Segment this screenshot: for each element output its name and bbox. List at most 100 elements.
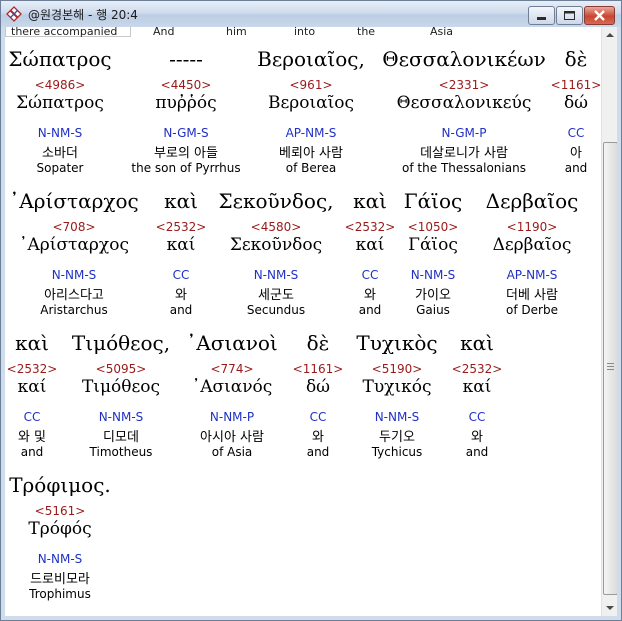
english-gloss: and (169, 303, 193, 317)
lemma: δώ (305, 377, 331, 397)
strong-number: <1190> (506, 220, 558, 234)
parsing-code: CC (361, 268, 379, 282)
english-gloss: of the Thessalonians (402, 161, 526, 175)
greek-word: ᾿Ασιανοὶ (186, 331, 278, 355)
greek-word: Δερβαῖος (485, 189, 579, 213)
strong-number: <2532> (155, 220, 207, 234)
greek-word: Βεροιαῖος, (257, 47, 365, 71)
lemma: Δερβαῖος (492, 235, 572, 255)
korean-gloss: 와 (312, 430, 324, 445)
parsing-code: CC (468, 410, 486, 424)
strong-number: <4986> (34, 78, 86, 92)
strong-number: <5161> (34, 504, 86, 518)
english-gloss: and (465, 445, 489, 459)
grip-icon (607, 363, 614, 370)
english-gloss: of Derbe (506, 303, 558, 317)
lemma: Τιμόθεος (81, 377, 161, 397)
parsing-code: N-NM-P (209, 410, 255, 424)
maximize-button[interactable] (556, 6, 583, 25)
strong-number: <1050> (407, 220, 459, 234)
app-window: @원경본해 - 행 20:4 there accompanied And him… (0, 0, 622, 621)
parsing-code: CC (567, 126, 585, 140)
close-icon (594, 10, 605, 21)
parsing-code: AP-NM-S (285, 126, 337, 140)
korean-gloss: 두기오 (379, 430, 415, 445)
strong-number: <2532> (451, 362, 503, 376)
interlinear-text[interactable]: there accompanied And him into the Asia … (5, 27, 601, 616)
greek-word: Τιμόθεος, (71, 331, 171, 355)
korean-gloss: 와 (471, 430, 483, 445)
partial-gloss: Asia (430, 27, 454, 38)
greek-word: Γάϊος (403, 189, 463, 213)
korean-gloss: 더베 사람 (506, 288, 558, 303)
strong-number: <4450> (160, 78, 212, 92)
strong-number: <5190> (371, 362, 423, 376)
greek-word: δὲ (564, 47, 588, 71)
parsing-code: N-NM-S (37, 126, 83, 140)
english-gloss: the son of Pyrrhus (131, 161, 241, 175)
english-gloss: Trophimus (29, 587, 91, 601)
korean-gloss: 와 (364, 288, 376, 303)
scrollbar-thumb[interactable] (603, 142, 617, 595)
minimize-button[interactable] (528, 6, 555, 25)
korean-gloss: 아시아 사람 (200, 430, 264, 445)
strong-number: <961> (289, 78, 333, 92)
strong-number: <2532> (6, 362, 58, 376)
korean-gloss: 드로비모라 (30, 572, 90, 587)
strong-number: <2331> (438, 78, 490, 92)
korean-gloss: 부로의 아들 (154, 146, 218, 161)
english-gloss: and (20, 445, 44, 459)
parsing-code: N-NM-S (51, 268, 97, 282)
document-view: there accompanied And him into the Asia … (5, 27, 617, 616)
maximize-icon (564, 11, 575, 20)
korean-gloss: 와 및 (17, 430, 47, 445)
lemma: Τυχικός (362, 377, 432, 397)
strong-number: <1161> (550, 78, 601, 92)
korean-gloss: 아리스다고 (44, 288, 104, 303)
greek-word: δὲ (306, 331, 330, 355)
lemma: πυῤῥός (155, 93, 217, 113)
english-gloss: of Asia (211, 445, 253, 459)
parsing-code: CC (172, 268, 190, 282)
lemma: Σώπατρος (16, 93, 104, 113)
korean-gloss: 가이오 (415, 288, 451, 303)
english-gloss: Sopater (36, 161, 84, 175)
partial-gloss: into (294, 27, 316, 38)
greek-word: καὶ (164, 189, 198, 213)
lemma: καί (355, 235, 385, 255)
vertical-scrollbar[interactable] (601, 27, 617, 616)
lemma: ᾿Ασιανός (191, 377, 273, 397)
greek-word: καὶ (460, 331, 494, 355)
parsing-code: N-NM-S (37, 552, 83, 566)
window-title: @원경본해 - 행 20:4 (28, 8, 138, 22)
lemma: Σεκοῦνδος (229, 235, 323, 255)
parsing-code: N-NM-S (253, 268, 299, 282)
english-gloss: and (564, 161, 588, 175)
greek-word: Θεσσαλονικέων (382, 47, 546, 71)
greek-word: Τυχικὸς (356, 331, 438, 355)
parsing-code: N-NM-S (98, 410, 144, 424)
english-gloss: Aristarchus (40, 303, 108, 317)
scroll-up-icon[interactable] (602, 27, 617, 43)
partial-gloss: And (153, 27, 175, 38)
korean-gloss: 베뢰아 사람 (279, 146, 343, 161)
strong-number: <2532> (344, 220, 396, 234)
english-gloss: and (358, 303, 382, 317)
minimize-icon (537, 17, 546, 20)
english-gloss: Gaius (416, 303, 450, 317)
greek-word: καὶ (353, 189, 387, 213)
korean-gloss: 아 (570, 146, 582, 161)
korean-gloss: 소바더 (42, 146, 78, 161)
scroll-down-icon[interactable] (602, 600, 617, 616)
english-gloss: and (306, 445, 330, 459)
greek-word: Σεκοῦνδος, (218, 189, 334, 213)
parsing-code: CC (23, 410, 41, 424)
parsing-code: N-NM-S (410, 268, 456, 282)
lemma: Θεσσαλονικεύς (396, 93, 532, 113)
partial-gloss: there accompanied (11, 27, 118, 38)
greek-word: ----- (169, 47, 203, 71)
close-button[interactable] (584, 6, 615, 25)
lemma: καί (17, 377, 47, 397)
partial-gloss: the (357, 27, 376, 38)
title-bar[interactable]: @원경본해 - 행 20:4 (1, 1, 621, 27)
